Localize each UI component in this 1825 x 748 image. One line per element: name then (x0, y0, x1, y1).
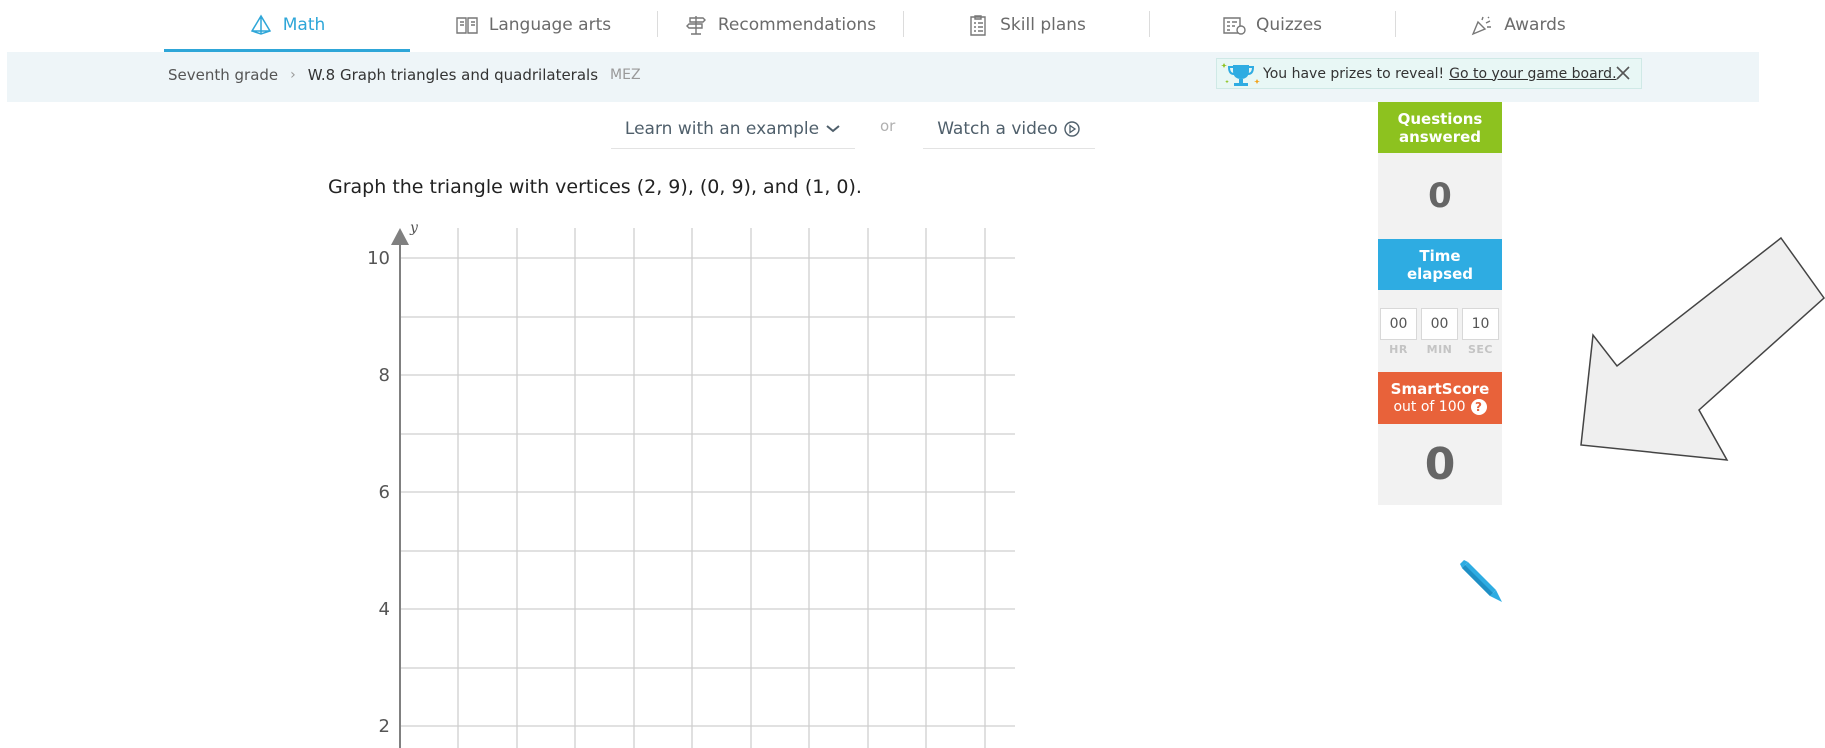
chevron-right-icon: › (290, 67, 296, 83)
party-popper-icon (1471, 16, 1492, 36)
time-label-2: elapsed (1406, 264, 1473, 283)
arrow-pointer-icon (1580, 236, 1825, 461)
game-board-link[interactable]: Go to your game board. (1449, 66, 1616, 82)
grid-lines (400, 228, 1015, 748)
tab-language-arts[interactable]: Language arts (410, 0, 656, 50)
y-tick-label: 2 (379, 716, 390, 737)
smartscore-value: 0 (1378, 424, 1502, 505)
smartscore-sub-label: out of 100 (1393, 399, 1466, 415)
breadcrumb-skill: W.8 Graph triangles and quadrilaterals (307, 66, 599, 84)
trophy-icon (1221, 62, 1260, 86)
smartscore-header: SmartScore out of 100 ? (1378, 372, 1502, 424)
tab-label: Math (282, 15, 326, 35)
timer-seconds: 10 (1462, 308, 1499, 340)
book-icon (456, 17, 478, 34)
question-text: Graph the triangle with vertices (2, 9),… (328, 176, 862, 198)
timer-minutes-label: MIN (1426, 343, 1453, 356)
watch-video-button[interactable]: Watch a video (923, 110, 1095, 149)
time-label-1: Time (1419, 246, 1461, 265)
clipboard-list-icon (970, 15, 986, 36)
y-tick-label: 6 (379, 482, 390, 503)
smartscore-label: SmartScore (1390, 380, 1490, 398)
tab-label: Quizzes (1255, 15, 1323, 35)
y-axis-label: y (409, 220, 419, 236)
skill-code: MEZ (610, 67, 641, 83)
timer-minutes: 00 (1421, 308, 1458, 340)
timer-seconds-label: SEC (1467, 343, 1493, 356)
y-tick-label: 8 (379, 365, 390, 386)
tab-recommendations[interactable]: Recommendations (657, 0, 903, 50)
chevron-down-icon (826, 125, 840, 133)
y-tick-label: 10 (367, 248, 390, 269)
top-nav: Math Language arts Recommendations Skill… (0, 0, 1760, 52)
questions-label-1: Questions (1397, 109, 1483, 128)
breadcrumb: Seventh grade › W.8 Graph triangles and … (168, 66, 641, 84)
breadcrumb-grade[interactable]: Seventh grade (168, 66, 278, 84)
signpost-icon (685, 16, 706, 35)
coordinate-grid[interactable]: y 10 8 6 4 2 (340, 220, 1020, 748)
y-axis-arrow-icon (391, 228, 409, 245)
prize-banner: You have prizes to reveal! Go to your ga… (1216, 58, 1642, 89)
tab-awards[interactable]: Awards (1395, 0, 1641, 50)
play-circle-icon (1064, 121, 1080, 137)
learn-with-example-button[interactable]: Learn with an example (611, 110, 855, 149)
questions-label-2: answered (1398, 127, 1482, 146)
time-elapsed-header: Time elapsed (1378, 239, 1502, 290)
prize-text: You have prizes to reveal! (1263, 65, 1445, 82)
tab-label: Recommendations (717, 15, 877, 35)
questions-answered-value: 0 (1378, 153, 1502, 239)
pencil-icon[interactable] (1456, 556, 1504, 604)
time-elapsed-panel: 00 00 10 HR MIN SEC (1378, 290, 1502, 372)
quiz-icon (1223, 17, 1246, 35)
tab-label: Language arts (488, 15, 612, 35)
tab-skill-plans[interactable]: Skill plans (903, 0, 1149, 50)
timer-hours: 00 (1380, 308, 1417, 340)
learn-example-label: Learn with an example (624, 119, 820, 139)
tab-label: Awards (1504, 15, 1566, 35)
smartscore-sub: out of 100 ? (1378, 398, 1502, 416)
pyramid-icon (250, 14, 271, 35)
y-tick-label: 4 (379, 599, 390, 620)
tab-label: Skill plans (1000, 15, 1086, 35)
tab-math[interactable]: Math (164, 0, 410, 52)
or-label: or (880, 117, 896, 135)
help-icon[interactable]: ? (1470, 399, 1487, 415)
close-icon[interactable] (1614, 64, 1632, 82)
watch-video-label: Watch a video (937, 119, 1058, 139)
tab-quizzes[interactable]: Quizzes (1149, 0, 1395, 50)
timer-hours-label: HR (1389, 343, 1408, 356)
questions-answered-header: Questions answered (1378, 102, 1502, 153)
